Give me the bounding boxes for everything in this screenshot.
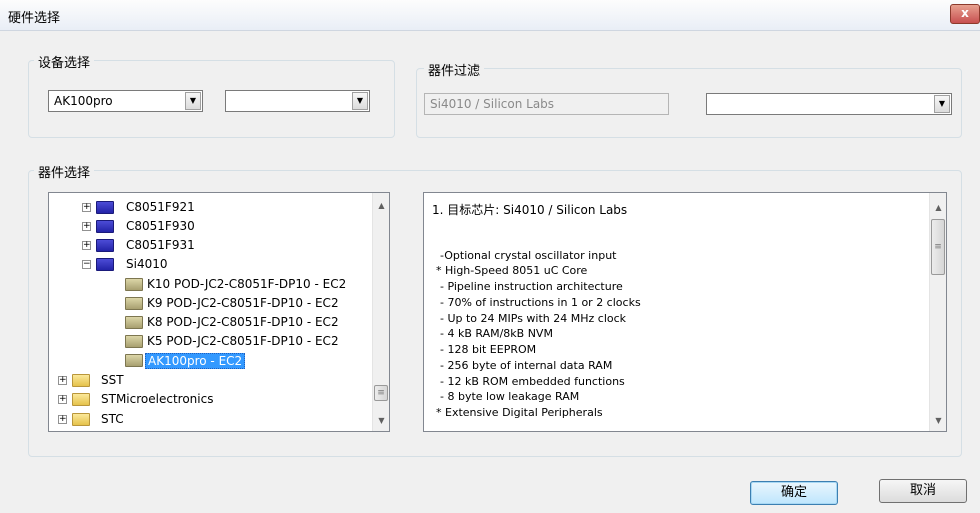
chevron-down-icon[interactable]: ▼ — [185, 92, 201, 110]
tree-item[interactable]: + STC — [49, 411, 369, 429]
tree-item[interactable]: + C8051F931 — [49, 237, 369, 255]
device-tree[interactable]: + C8051F921 + C8051F930 + C8051F931 − Si… — [48, 192, 390, 432]
info-line: - 256 byte of internal data RAM — [440, 359, 613, 372]
scroll-thumb[interactable]: ≡ — [374, 385, 388, 401]
folder-closed-icon — [96, 258, 114, 271]
folder-closed-icon — [125, 316, 143, 329]
tree-item-label: SST — [101, 373, 124, 387]
device-select-label: 设备选择 — [34, 52, 95, 71]
scroll-down-icon[interactable]: ▼ — [373, 412, 389, 429]
close-icon: x — [961, 6, 969, 20]
expand-icon[interactable]: + — [82, 241, 91, 250]
tree-scrollbar[interactable]: ▲ ≡ ▼ — [372, 193, 389, 431]
tree-item-label: STMicroelectronics — [101, 392, 214, 406]
tree-item[interactable]: + C8051F921 — [49, 199, 369, 217]
folder-closed-icon — [72, 393, 90, 406]
scroll-up-icon[interactable]: ▲ — [930, 199, 946, 216]
tree-item[interactable]: + C8051F930 — [49, 218, 369, 236]
info-line: - 70% of instructions in 1 or 2 clocks — [440, 296, 641, 309]
tree-item[interactable]: + SST — [49, 372, 369, 390]
folder-open-icon — [125, 354, 143, 367]
tree-item[interactable]: K10 POD-JC2-C8051F-DP10 - EC2 — [49, 276, 369, 294]
chevron-down-icon[interactable]: ▼ — [934, 95, 950, 113]
hardware-select-dialog: 硬件选择 x 设备选择 AK100pro ▼ ▼ 器件过滤 Si4010 / S… — [0, 0, 980, 513]
info-line: - 12 kB ROM embedded functions — [440, 375, 625, 388]
tree-item-label: K5 POD-JC2-C8051F-DP10 - EC2 — [147, 334, 339, 348]
folder-closed-icon — [72, 413, 90, 426]
cancel-button[interactable]: 取消 — [879, 479, 967, 503]
device-combo[interactable]: AK100pro ▼ — [48, 90, 203, 112]
expand-icon[interactable]: + — [58, 415, 67, 424]
folder-closed-icon — [125, 297, 143, 310]
tree-item[interactable]: K5 POD-JC2-C8051F-DP10 - EC2 — [49, 333, 369, 351]
scroll-up-icon[interactable]: ▲ — [373, 197, 389, 214]
tree-item-label: K10 POD-JC2-C8051F-DP10 - EC2 — [147, 277, 347, 291]
device-combo-value: AK100pro — [54, 94, 113, 108]
device-filter-label: 器件过滤 — [424, 60, 485, 79]
info-line: - Pipeline instruction architecture — [440, 280, 623, 293]
tree-item-selected[interactable]: AK100pro - EC2 — [49, 352, 369, 370]
tree-item[interactable]: − Si4010 — [49, 256, 369, 274]
info-line: 1. 目标芯片: Si4010 / Silicon Labs — [432, 203, 628, 217]
scroll-thumb[interactable]: ≡ — [931, 219, 945, 275]
info-line: -Optional crystal oscillator input — [440, 249, 617, 262]
info-scrollbar[interactable]: ▲ ≡ ▼ — [929, 193, 946, 431]
expand-icon[interactable]: + — [82, 222, 91, 231]
tree-item-label: C8051F930 — [126, 219, 195, 233]
tree-item-label: K8 POD-JC2-C8051F-DP10 - EC2 — [147, 315, 339, 329]
tree-item-label: C8051F921 — [126, 200, 195, 214]
device-info-panel[interactable]: 1. 目标芯片: Si4010 / Silicon Labs -Optional… — [423, 192, 947, 432]
tree-item[interactable]: K8 POD-JC2-C8051F-DP10 - EC2 — [49, 314, 369, 332]
folder-closed-icon — [125, 278, 143, 291]
expand-icon[interactable]: + — [82, 203, 91, 212]
collapse-icon[interactable]: − — [82, 260, 91, 269]
scroll-down-icon[interactable]: ▼ — [930, 412, 946, 429]
filter-text-field: Si4010 / Silicon Labs — [424, 93, 669, 115]
folder-closed-icon — [96, 220, 114, 233]
title-bar[interactable]: 硬件选择 x — [0, 0, 980, 31]
folder-closed-icon — [96, 201, 114, 214]
close-button[interactable]: x — [950, 4, 980, 24]
info-line: * Extensive Digital Peripherals — [436, 406, 603, 419]
window-title: 硬件选择 — [8, 11, 61, 26]
info-line: - 128 bit EEPROM — [440, 343, 537, 356]
folder-closed-icon — [125, 335, 143, 348]
tree-item[interactable]: + STMicroelectronics — [49, 391, 369, 409]
folder-closed-icon — [72, 374, 90, 387]
device-sub-combo[interactable]: ▼ — [225, 90, 370, 112]
tree-item-label: C8051F931 — [126, 238, 195, 252]
tree-item[interactable]: K9 POD-JC2-C8051F-DP10 - EC2 — [49, 295, 369, 313]
device-selection-label: 器件选择 — [34, 162, 95, 181]
expand-icon[interactable]: + — [58, 395, 67, 404]
ok-button[interactable]: 确定 — [750, 481, 838, 505]
tree-item-label: STC — [101, 412, 124, 426]
filter-combo[interactable]: ▼ — [706, 93, 952, 115]
info-line: - 8 byte low leakage RAM — [440, 390, 580, 403]
folder-closed-icon — [96, 239, 114, 252]
chevron-down-icon[interactable]: ▼ — [352, 92, 368, 110]
expand-icon[interactable]: + — [58, 376, 67, 385]
tree-item-label: Si4010 — [126, 257, 168, 271]
filter-text-value: Si4010 / Silicon Labs — [430, 97, 555, 111]
tree-item-label: AK100pro - EC2 — [145, 353, 246, 369]
tree-item-label: K9 POD-JC2-C8051F-DP10 - EC2 — [147, 296, 339, 310]
info-line: - 4 kB RAM/8kB NVM — [440, 327, 553, 340]
info-line: * High-Speed 8051 uC Core — [436, 264, 588, 277]
info-line: - Up to 24 MIPs with 24 MHz clock — [440, 312, 627, 325]
